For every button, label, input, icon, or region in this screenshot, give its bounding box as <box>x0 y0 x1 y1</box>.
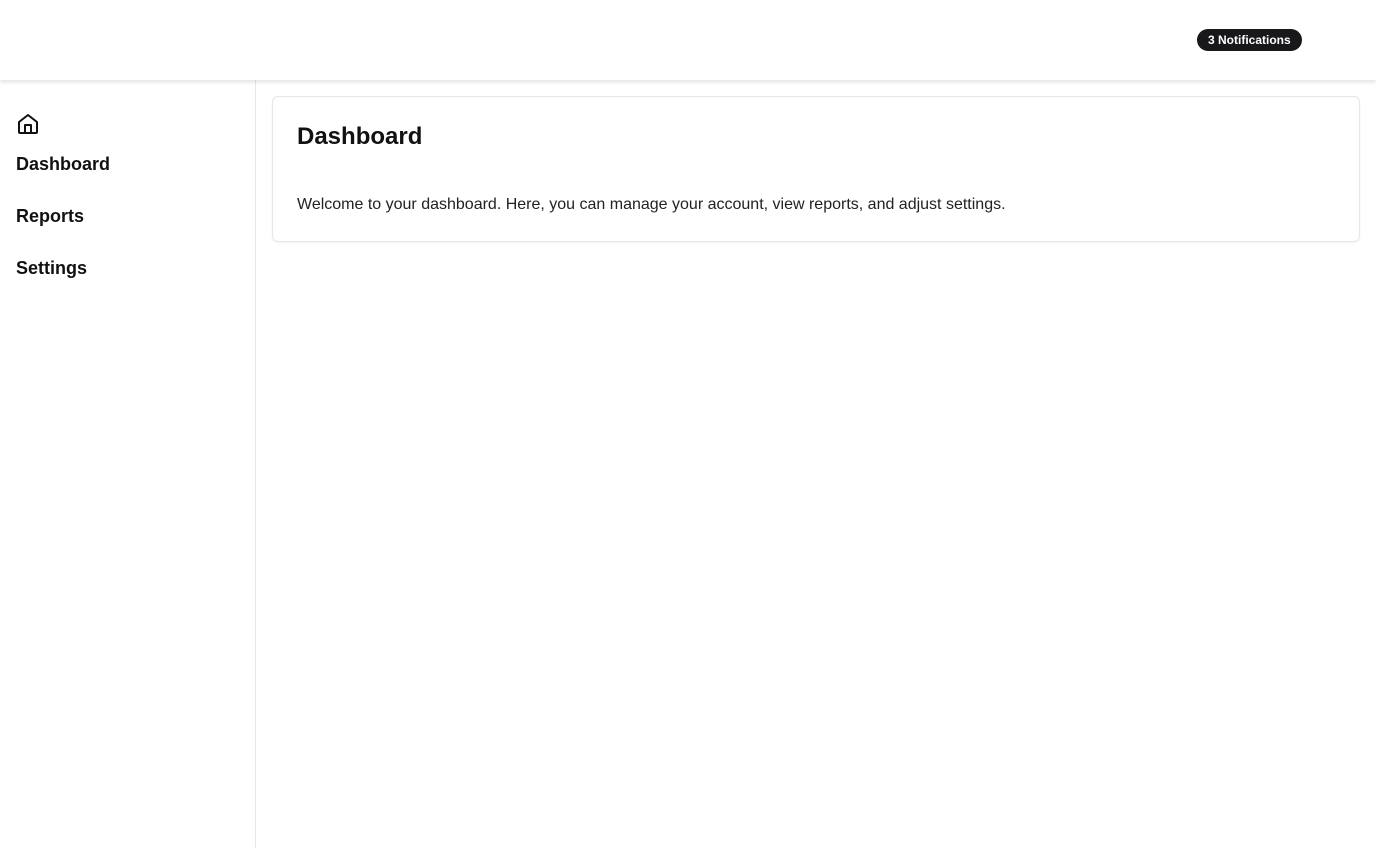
welcome-text: Welcome to your dashboard. Here, you can… <box>297 196 1006 213</box>
home-icon[interactable] <box>16 112 40 136</box>
sidebar-item-dashboard[interactable]: Dashboard <box>16 154 110 175</box>
notifications-badge[interactable]: 3 Notifications <box>1197 29 1302 51</box>
sidebar-item-settings[interactable]: Settings <box>16 258 87 279</box>
sidebar-item-reports[interactable]: Reports <box>16 206 84 227</box>
top-header: 3 Notifications <box>0 0 1376 80</box>
sidebar: Dashboard Reports Settings <box>0 80 256 848</box>
page-title: Dashboard <box>297 123 423 150</box>
dashboard-card: Dashboard Welcome to your dashboard. Her… <box>272 96 1360 242</box>
